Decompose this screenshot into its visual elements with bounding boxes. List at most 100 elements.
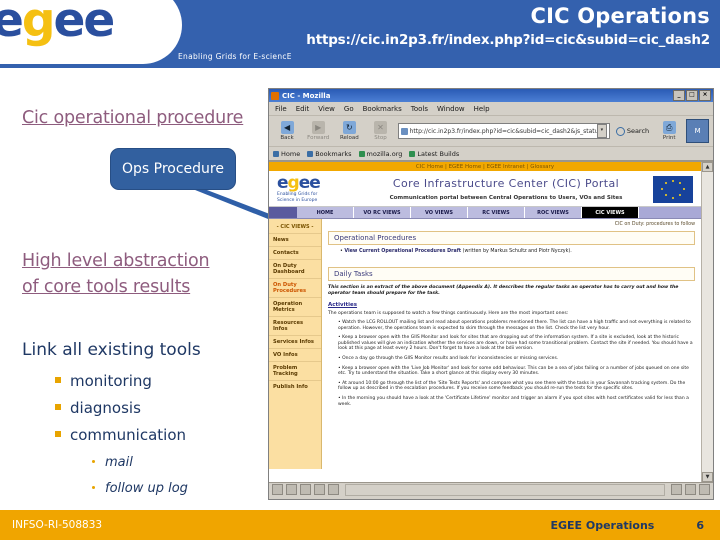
printer-icon: ⎙	[662, 121, 676, 134]
status-icon-right-3[interactable]	[699, 484, 710, 495]
header-tagline: Enabling Grids for E-sciencE	[178, 52, 292, 61]
operational-procedures-link[interactable]: View Current Operational Procedures Draf…	[344, 249, 461, 254]
menu-view[interactable]: View	[318, 105, 335, 113]
callout-label: Ops Procedure	[122, 161, 224, 177]
sidebar-item-resources-infos[interactable]: Resources Infos	[269, 316, 321, 335]
status-icon-1[interactable]	[272, 484, 283, 495]
operational-procedures-link-item[interactable]: • View Current Operational Procedures Dr…	[340, 249, 695, 255]
portal-sidebar[interactable]: - CIC VIEWS - News Contacts On Duty Dash…	[269, 219, 322, 469]
chevron-down-icon[interactable]: ▾	[596, 124, 607, 138]
callout-ops-procedure[interactable]: Ops Procedure	[110, 148, 236, 190]
address-bar[interactable]: http://cic.in2p3.fr/index.php?id=cic&sub…	[397, 123, 610, 139]
browser-window[interactable]: CIC - Mozilla _ □ × File Edit View Go Bo…	[268, 88, 714, 500]
portal-header: egee Enabling Grids for Science in Europ…	[269, 171, 701, 207]
scroll-down-icon[interactable]: ▼	[702, 472, 713, 482]
eu-flag-icon	[653, 175, 693, 203]
sidebar-item-operation-metrics[interactable]: Operation Metrics	[269, 297, 321, 316]
menu-help[interactable]: Help	[474, 105, 490, 113]
sidebar-item-vo-infos[interactable]: VO Infos	[269, 348, 321, 361]
bullet-communication: communication	[55, 426, 186, 444]
sidebar-item-on-duty-procedures[interactable]: On Duty Procedures	[269, 278, 321, 297]
nav-tab-rc-views[interactable]: RC VIEWS	[468, 207, 525, 218]
page-proxy-icon	[400, 127, 408, 135]
nav-tab-home[interactable]: HOME	[297, 207, 354, 218]
egee-logo-e1: e	[0, 0, 24, 48]
vertical-scrollbar[interactable]: ▲ ▼	[701, 162, 713, 482]
portal-nav-tabs[interactable]: HOME VO RC VIEWS VO VIEWS RC VIEWS ROC V…	[269, 207, 701, 219]
reload-button[interactable]: ↻ Reload	[335, 121, 363, 141]
minimize-icon[interactable]: _	[673, 90, 685, 101]
list-item: • Once a day go through the GIIS Monitor…	[338, 355, 559, 361]
sidebar-item-contacts[interactable]: Contacts	[269, 246, 321, 259]
activity-item-2: Keep a browser open with the GIIS Monito…	[338, 335, 693, 352]
portal-logo-ee: ee	[298, 173, 321, 193]
operational-procedures-credit: (written by Markus Schultz and Piotr Nyc…	[461, 249, 572, 254]
status-icon-3[interactable]	[300, 484, 311, 495]
sidebar-item-on-duty-dashboard[interactable]: On Duty Dashboard	[269, 259, 321, 278]
menu-bookmarks[interactable]: Bookmarks	[363, 105, 402, 113]
sidebar-item-services-infos[interactable]: Services Infos	[269, 335, 321, 348]
list-item: • Keep a browser open with the GIIS Moni…	[338, 335, 693, 352]
forward-button[interactable]: ▶ Forward	[304, 121, 332, 141]
browser-menubar[interactable]: File Edit View Go Bookmarks Tools Window…	[269, 102, 713, 116]
menu-tools[interactable]: Tools	[411, 105, 428, 113]
folder-icon	[307, 150, 314, 157]
site-topstrip[interactable]: CIC Home | EGEE Home | EGEE Intranet | G…	[269, 162, 701, 171]
web-page: CIC Home | EGEE Home | EGEE Intranet | G…	[269, 162, 701, 482]
menu-go[interactable]: Go	[344, 105, 354, 113]
square-bullet-icon	[55, 377, 61, 383]
activity-item-3: Once a day go through the GIIS Monitor r…	[342, 355, 559, 361]
search-button[interactable]: Search	[613, 126, 652, 136]
square-bullet-icon	[55, 404, 61, 410]
bookmark-latest-builds[interactable]: Latest Builds	[409, 150, 459, 158]
status-icon-right-1[interactable]	[671, 484, 682, 495]
search-label: Search	[626, 127, 650, 135]
browser-viewport: CIC Home | EGEE Home | EGEE Intranet | G…	[269, 161, 713, 482]
bookmark-mozilla-org-label: mozilla.org	[366, 149, 403, 158]
sidebar-item-news[interactable]: News	[269, 233, 321, 246]
scroll-up-icon[interactable]: ▲	[702, 162, 713, 172]
bookmark-mozilla-org[interactable]: mozilla.org	[358, 149, 403, 158]
status-icon-2[interactable]	[286, 484, 297, 495]
status-icon-right-2[interactable]	[685, 484, 696, 495]
browser-titlebar: CIC - Mozilla _ □ ×	[269, 89, 713, 102]
portal-body: - CIC VIEWS - News Contacts On Duty Dash…	[269, 219, 701, 469]
heading-line-1: High level abstraction	[22, 251, 210, 271]
maximize-icon[interactable]: □	[686, 90, 698, 101]
egee-logo: egee	[0, 0, 115, 48]
status-icon-4[interactable]	[314, 484, 325, 495]
nav-tab-cic-views[interactable]: CIC VIEWS	[582, 207, 639, 218]
window-buttons[interactable]: _ □ ×	[673, 90, 711, 101]
menu-file[interactable]: File	[275, 105, 287, 113]
portal-header-text: Core Infrastructure Center (CIC) Portal …	[359, 177, 653, 201]
menu-edit[interactable]: Edit	[296, 105, 310, 113]
back-button[interactable]: ◀ Back	[273, 121, 301, 141]
bookmark-bookmarks[interactable]: Bookmarks	[307, 150, 352, 158]
status-icon-5[interactable]	[328, 484, 339, 495]
mozilla-throbber-icon[interactable]: M	[686, 119, 709, 143]
forward-arrow-icon: ▶	[311, 121, 325, 134]
nav-left-spacer	[269, 207, 297, 218]
print-button[interactable]: ⎙ Print	[655, 121, 683, 141]
menu-window[interactable]: Window	[437, 105, 465, 113]
bookmark-home-label: Home	[281, 149, 301, 158]
sidebar-item-publish-info[interactable]: Publish Info	[269, 380, 321, 393]
nav-tab-vo-rc-views[interactable]: VO RC VIEWS	[354, 207, 411, 218]
slide-title: CIC Operations	[530, 4, 710, 28]
back-arrow-icon: ◀	[280, 121, 294, 134]
list-item: • Watch the LCG ROLLOUT mailing list and…	[338, 320, 691, 331]
stop-button[interactable]: ✕ Stop	[366, 121, 394, 141]
footer-page-number: 6	[696, 518, 704, 532]
section-operational-procedures-title: Operational Procedures	[328, 231, 695, 245]
bullet-monitoring-label: monitoring	[70, 372, 152, 390]
browser-toolbar[interactable]: ◀ Back ▶ Forward ↻ Reload ✕ Stop http://…	[269, 116, 713, 147]
bookmarks-toolbar[interactable]: Home Bookmarks mozilla.org Latest Builds	[269, 147, 713, 161]
nav-tab-roc-views[interactable]: ROC VIEWS	[525, 207, 582, 218]
sidebar-item-problem-tracking[interactable]: Problem Tracking	[269, 361, 321, 380]
sidebar-header: - CIC VIEWS -	[276, 224, 314, 230]
close-icon[interactable]: ×	[699, 90, 711, 101]
portal-logo-word: egee	[277, 173, 359, 193]
nav-tab-vo-views[interactable]: VO VIEWS	[411, 207, 468, 218]
bookmark-home[interactable]: Home	[273, 150, 300, 158]
egee-logo-plate: egee	[0, 0, 182, 64]
